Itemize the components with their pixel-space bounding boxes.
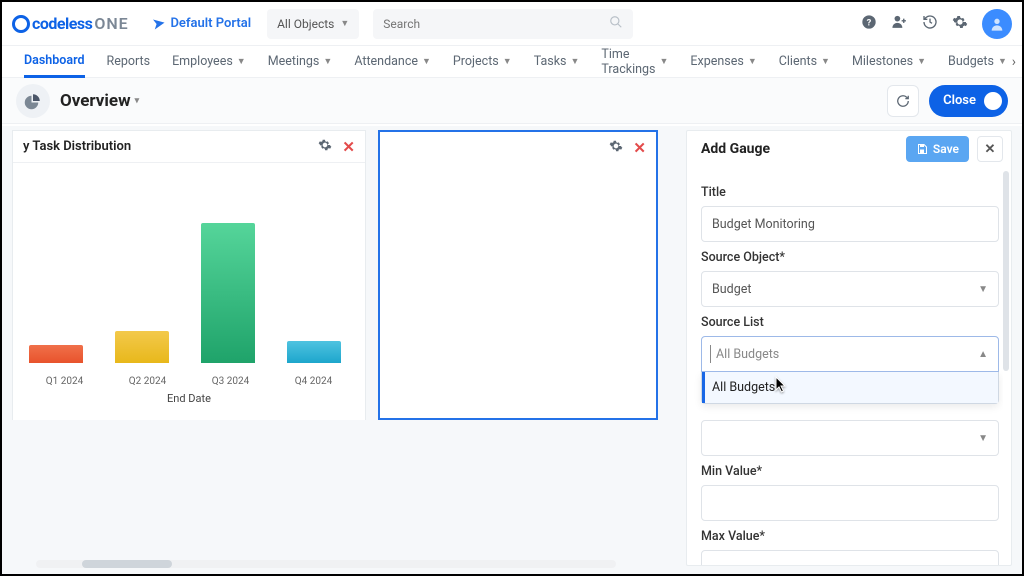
- main-nav: Dashboard Reports Employees▼ Meetings▼ A…: [2, 46, 1022, 78]
- history-icon[interactable]: [922, 14, 938, 34]
- global-search[interactable]: [373, 9, 633, 39]
- source-list-label: Source List: [701, 315, 999, 330]
- tab-clients[interactable]: Clients▼: [779, 46, 830, 77]
- horizontal-scrollbar[interactable]: [36, 560, 616, 568]
- page-title[interactable]: Overview▾: [60, 91, 139, 111]
- close-button[interactable]: Close: [929, 85, 1008, 117]
- min-value-label: Min Value*: [701, 464, 999, 479]
- caret-down-icon: ▼: [978, 433, 988, 444]
- tab-budgets[interactable]: Budgets▼: [948, 46, 1007, 77]
- bar-q2: [115, 331, 169, 363]
- scrollbar-thumb[interactable]: [82, 560, 172, 568]
- tab-dashboard[interactable]: Dashboard: [24, 47, 85, 78]
- search-icon: [609, 15, 623, 33]
- min-value-input[interactable]: [701, 485, 999, 521]
- help-icon[interactable]: ?: [861, 14, 877, 34]
- x-axis-title: End Date: [13, 392, 365, 405]
- caret-down-icon: ▼: [978, 284, 988, 295]
- add-gauge-panel: Add Gauge Save ✕ Title Source Object* Bu…: [686, 130, 1012, 566]
- source-object-label: Source Object*: [701, 250, 999, 265]
- bar-q3: [201, 223, 255, 363]
- object-selector[interactable]: All Objects ▼: [267, 9, 359, 39]
- save-button[interactable]: Save: [906, 136, 969, 162]
- close-label: Close: [943, 93, 976, 108]
- bar-q1: [29, 345, 83, 363]
- panel-close-button[interactable]: ✕: [977, 136, 1003, 162]
- overview-icon: [16, 84, 50, 118]
- search-input[interactable]: [383, 17, 623, 31]
- refresh-button[interactable]: [887, 85, 919, 117]
- card-remove-icon[interactable]: ✕: [633, 139, 646, 157]
- logo-text-1: codeless: [32, 14, 92, 33]
- chart-title: y Task Distribution: [23, 139, 131, 154]
- toggle-icon: [984, 92, 1002, 110]
- logo-mark-icon: [12, 15, 30, 33]
- tab-projects[interactable]: Projects▼: [453, 46, 512, 77]
- card-settings-icon[interactable]: [609, 139, 623, 157]
- tab-time-trackings[interactable]: Time Trackings▼: [601, 46, 668, 77]
- caret-down-icon: ▼: [340, 18, 349, 29]
- bar-chart: [23, 183, 355, 363]
- caret-down-icon: ▾: [135, 96, 140, 106]
- max-value-input[interactable]: [701, 550, 999, 565]
- app-logo: codelessONE: [12, 14, 129, 33]
- save-label: Save: [933, 142, 959, 156]
- tab-meetings[interactable]: Meetings▼: [268, 46, 333, 77]
- tab-milestones[interactable]: Milestones▼: [852, 46, 926, 77]
- tab-tasks[interactable]: Tasks▼: [534, 46, 580, 77]
- x-axis-labels: Q1 2024 Q2 2024 Q3 2024 Q4 2024: [23, 376, 355, 387]
- caret-up-icon: ▲: [978, 349, 988, 360]
- max-value-label: Max Value*: [701, 529, 999, 544]
- card-remove-icon[interactable]: ✕: [342, 138, 355, 156]
- object-selector-label: All Objects: [277, 17, 334, 31]
- title-input[interactable]: [701, 206, 999, 242]
- source-list-combobox[interactable]: All Budgets▲: [701, 336, 999, 372]
- tab-attendance[interactable]: Attendance▼: [354, 46, 431, 77]
- selected-gauge-card[interactable]: ✕: [378, 130, 658, 420]
- panel-scrollbar[interactable]: [1003, 171, 1009, 371]
- settings-icon[interactable]: [952, 14, 968, 34]
- title-label: Title: [701, 185, 999, 200]
- tab-reports[interactable]: Reports: [107, 46, 151, 77]
- logo-text-2: ONE: [94, 14, 128, 33]
- user-avatar[interactable]: [982, 9, 1012, 39]
- portal-link[interactable]: ➤ Default Portal: [153, 16, 251, 32]
- card-settings-icon[interactable]: [318, 138, 332, 156]
- tab-employees[interactable]: Employees▼: [172, 46, 246, 77]
- aggregate-select[interactable]: ▼: [701, 420, 999, 456]
- source-list-dropdown: All Budgets: [701, 372, 999, 404]
- panel-title: Add Gauge: [701, 141, 770, 157]
- bar-q4: [287, 341, 341, 363]
- source-object-select[interactable]: Budget▼: [701, 271, 999, 307]
- nav-scroll-right-icon[interactable]: ›: [1012, 54, 1016, 70]
- portal-label: Default Portal: [170, 16, 251, 31]
- send-icon: ➤: [151, 15, 165, 33]
- chart-card: y Task Distribution ✕ Q1 2024 Q2 2024 Q3…: [12, 130, 366, 420]
- tab-expenses[interactable]: Expenses▼: [690, 46, 756, 77]
- dropdown-option[interactable]: All Budgets: [702, 372, 998, 403]
- cursor-icon: [774, 376, 788, 394]
- svg-text:?: ?: [867, 17, 872, 28]
- add-user-icon[interactable]: [891, 13, 908, 34]
